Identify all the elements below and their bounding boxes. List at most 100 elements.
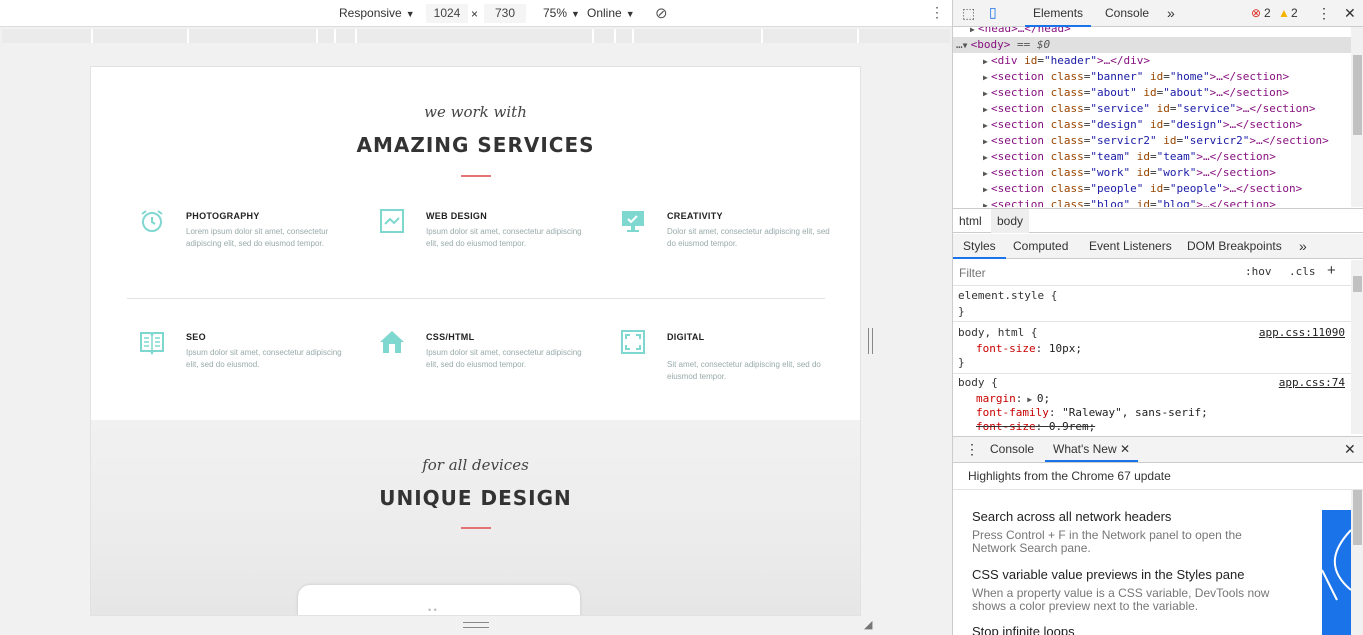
scrollbar-thumb[interactable] xyxy=(1353,490,1362,545)
property-value: 0.9rem; xyxy=(1048,420,1096,433)
new-rule-icon[interactable]: + xyxy=(1327,262,1336,279)
caret-down-icon: ▼ xyxy=(625,9,635,19)
dom-node[interactable]: ▶ <section class="about" id="about">…</se… xyxy=(953,85,1351,101)
tab-dom-breakpoints[interactable]: DOM Breakpoints xyxy=(1187,234,1282,259)
dom-tree-scrollbar[interactable] xyxy=(1351,27,1363,207)
tab-computed[interactable]: Computed xyxy=(1013,234,1068,259)
media-query-segment[interactable] xyxy=(616,29,634,43)
resize-handle-right[interactable] xyxy=(868,328,873,354)
whats-new-item-title[interactable]: CSS variable value previews in the Style… xyxy=(972,567,1244,582)
resize-handle-bottom[interactable] xyxy=(463,622,489,628)
warning-count[interactable]: 2 xyxy=(1291,0,1298,27)
tag: <section xyxy=(991,70,1044,83)
design-section: for all devices UNIQUE DESIGN • • xyxy=(91,420,860,615)
dom-node[interactable]: ▶ <section class="work" id="work">…</sect… xyxy=(953,165,1351,181)
drawer-menu-icon[interactable]: ⋮ xyxy=(965,437,979,462)
rule-declaration[interactable]: margin: ▶ 0; xyxy=(976,392,1050,405)
device-toggle-icon[interactable]: ▯ xyxy=(989,4,997,21)
rule-declaration[interactable]: font-family: "Raleway", sans-serif; xyxy=(976,406,1208,419)
attr-value: "blog" xyxy=(1090,198,1131,207)
attr-name: id xyxy=(1149,182,1164,195)
tag-rest: >…</section> xyxy=(1196,150,1276,163)
close-drawer-icon[interactable]: ✕ xyxy=(1344,437,1356,462)
breadcrumb-body[interactable]: body xyxy=(991,209,1030,233)
dom-node[interactable]: ▶ <section class="team" id="team">…</sect… xyxy=(953,149,1351,165)
rule-declaration[interactable]: font-size: 10px; xyxy=(976,342,1082,355)
more-style-tabs-icon[interactable]: » xyxy=(1299,234,1307,259)
property-name: font-family xyxy=(976,406,1049,419)
media-query-bar[interactable] xyxy=(2,29,950,43)
styles-filter-input[interactable] xyxy=(959,265,1189,281)
dom-node[interactable]: ▶ <section class="people" id="people">…</… xyxy=(953,181,1351,197)
dom-node-head[interactable]: ▶ <head>…</head> xyxy=(953,27,1351,37)
drawer-tab-console[interactable]: Console xyxy=(990,437,1034,462)
media-query-segment[interactable] xyxy=(2,29,93,43)
drawer-scrollbar[interactable] xyxy=(1351,490,1363,635)
dom-node[interactable]: ▶ <section class="service" id="service">…… xyxy=(953,101,1351,117)
rule-selector[interactable]: body { xyxy=(958,376,998,389)
element-style-selector[interactable]: element.style { xyxy=(958,289,1057,302)
error-icon[interactable]: ⊗ xyxy=(1251,0,1261,27)
more-options-icon[interactable]: ⋮ xyxy=(930,4,944,21)
design-title: UNIQUE DESIGN xyxy=(379,486,572,510)
service-title: WEB DESIGN xyxy=(426,211,488,221)
scrollbar-thumb[interactable] xyxy=(1353,276,1362,292)
attr-value: "team" xyxy=(1090,150,1131,163)
media-query-segment[interactable] xyxy=(357,29,594,43)
rule-declaration-overridden[interactable]: font-size: 0.9rem; xyxy=(976,420,1095,433)
tag: <section xyxy=(991,86,1044,99)
tag: <section xyxy=(991,166,1044,179)
devtools-menu-icon[interactable]: ⋮ xyxy=(1317,0,1331,27)
attr-value: "service" xyxy=(1176,102,1237,115)
media-query-segment[interactable] xyxy=(336,29,357,43)
expand-triangle-icon[interactable]: ▶ xyxy=(1022,395,1036,404)
rule-selector[interactable]: body, html { xyxy=(958,326,1037,339)
dom-tree[interactable]: ▶ <head>…</head> …▼ <body> == $0 ▶ <div id=… xyxy=(953,27,1351,207)
class-toggle[interactable]: .cls xyxy=(1289,265,1316,278)
inspect-element-icon[interactable]: ⬚ xyxy=(962,5,975,22)
styles-scrollbar[interactable] xyxy=(1351,260,1363,434)
service-title: PHOTOGRAPHY xyxy=(186,211,260,221)
attr-name: id xyxy=(1156,102,1170,115)
hover-toggle[interactable]: :hov xyxy=(1245,265,1272,278)
dom-node[interactable]: ▶ <div id="header">…</div> xyxy=(953,53,1351,69)
tab-elements[interactable]: Elements xyxy=(1025,0,1092,27)
width-input[interactable]: 1024 xyxy=(426,4,468,23)
media-query-segment[interactable] xyxy=(763,29,859,43)
property-value: 0; xyxy=(1036,392,1051,405)
error-count[interactable]: 2 xyxy=(1264,0,1271,27)
rule-source-link[interactable]: app.css:11090 xyxy=(1259,326,1345,339)
tab-event-listeners[interactable]: Event Listeners xyxy=(1089,234,1172,259)
attr-value: "home" xyxy=(1169,70,1210,83)
more-tabs-icon[interactable]: » xyxy=(1167,0,1175,27)
warning-icon[interactable]: ▲ xyxy=(1278,0,1290,27)
height-input[interactable]: 730 xyxy=(484,4,526,23)
thumbnail-graphic xyxy=(1322,529,1351,601)
whats-new-item-title[interactable]: Search across all network headers xyxy=(972,509,1171,524)
dom-node[interactable]: ▶ <section class="design" id="design">…</… xyxy=(953,117,1351,133)
tab-console[interactable]: Console xyxy=(1105,0,1149,27)
media-query-segment[interactable] xyxy=(93,29,189,43)
tab-styles[interactable]: Styles xyxy=(953,234,1006,259)
close-devtools-icon[interactable]: ✕ xyxy=(1344,0,1356,27)
media-query-segment[interactable] xyxy=(594,29,616,43)
scrollbar-thumb[interactable] xyxy=(1353,55,1362,135)
dom-node[interactable]: ▶ <section class="banner" id="home">…</se… xyxy=(953,69,1351,85)
resize-corner-icon[interactable]: ◢ xyxy=(864,618,872,631)
rule-source-link[interactable]: app.css:74 xyxy=(1279,376,1345,389)
dom-node[interactable]: ▶ <section class="blog" id="blog">…</sect… xyxy=(953,197,1351,207)
close-tab-icon[interactable]: ✕ xyxy=(1120,442,1130,456)
whats-new-item-title[interactable]: Stop infinite loops xyxy=(972,624,1075,635)
media-query-segment[interactable] xyxy=(634,29,763,43)
breadcrumb-html[interactable]: html xyxy=(953,209,988,233)
drawer-tab-whats-new[interactable]: What's New ✕ xyxy=(1045,437,1139,462)
zoom-select[interactable]: 75% ▼ xyxy=(543,6,580,20)
dom-node-body[interactable]: …▼ <body> == $0 xyxy=(953,37,1351,53)
media-query-segment[interactable] xyxy=(318,29,336,43)
rotate-icon[interactable]: ⊘ xyxy=(655,4,668,22)
network-throttle-select[interactable]: Online ▼ xyxy=(587,6,635,20)
media-query-segment[interactable] xyxy=(189,29,318,43)
device-select[interactable]: Responsive ▼ xyxy=(339,6,415,20)
dom-node[interactable]: ▶ <section class="servicr2" id="servicr2"… xyxy=(953,133,1351,149)
fullscreen-icon xyxy=(621,330,645,354)
